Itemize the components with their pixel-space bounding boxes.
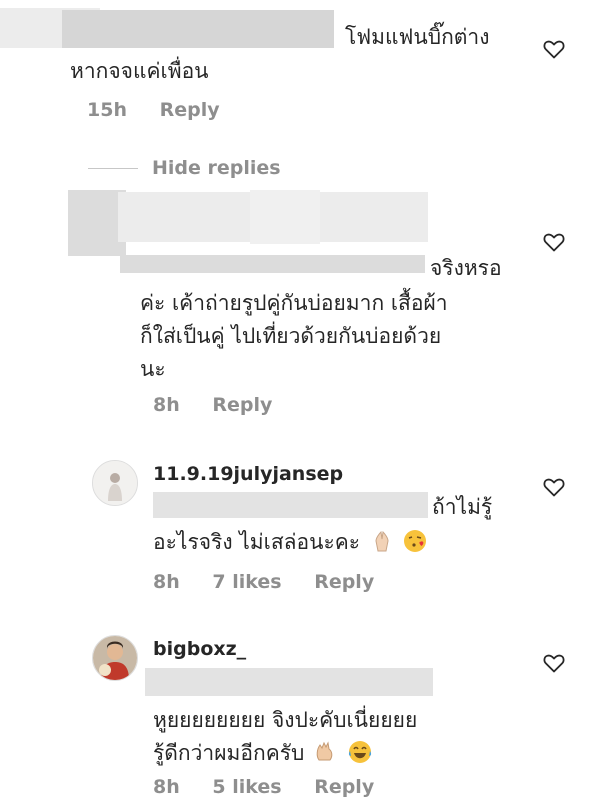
reply-button[interactable]: Reply	[160, 99, 220, 121]
redacted-username	[250, 190, 320, 244]
reply-meta: 8h 7 likes Reply	[153, 571, 400, 593]
reply-text: หูยยยยยยยย จิงปะคับเนี่ยยยย	[153, 708, 418, 732]
reply-time: 8h	[153, 776, 180, 798]
reply-button[interactable]: Reply	[212, 394, 272, 416]
comment-text: โฟมแฟนบิ๊กต่าง	[345, 25, 490, 49]
avatar[interactable]	[92, 635, 138, 681]
clapping-hands-icon	[316, 741, 333, 761]
reply-button[interactable]: Reply	[314, 571, 374, 593]
username[interactable]: bigboxz_	[153, 638, 246, 660]
reply-text: จริงหรอ	[430, 256, 502, 280]
comment-meta: 15h Reply	[87, 99, 246, 121]
heart-outline-icon[interactable]	[542, 230, 566, 254]
redacted-username	[120, 255, 425, 273]
reply-time: 8h	[153, 394, 180, 416]
reply-button[interactable]: Reply	[314, 776, 374, 798]
reply-text-line: รู้ดีกว่าผมอีกครับ	[153, 738, 372, 769]
avatar-image	[93, 636, 137, 680]
face-with-tears-of-joy-icon	[348, 741, 371, 763]
heart-outline-icon[interactable]	[542, 37, 566, 61]
reply-text: ก็ใส่เป็นคู่ ไปเที่ยวด้วยกันบ่อยด้วย	[140, 324, 442, 348]
reply-text: อะไรจริง ไม่เสล่อนะคะ	[153, 530, 361, 554]
face-blowing-kiss-icon	[404, 530, 427, 552]
username[interactable]: 11.9.19julyjansep	[153, 463, 343, 485]
replies-divider	[88, 168, 138, 169]
redacted-username	[145, 668, 433, 696]
redacted-username	[153, 492, 428, 518]
heart-outline-icon[interactable]	[542, 475, 566, 499]
reply-time: 8h	[153, 571, 180, 593]
reply-meta: 8h Reply	[153, 394, 298, 416]
hide-replies-button[interactable]: Hide replies	[152, 157, 281, 179]
avatar[interactable]	[92, 460, 138, 506]
heart-outline-icon[interactable]	[542, 651, 566, 675]
reply-text: ค่ะ เค้าถ่ายรูปคู่กันบ่อยมาก เสื้อผ้า	[140, 291, 448, 315]
reply-text: ถ้าไม่รู้	[432, 495, 493, 519]
avatar-image	[93, 461, 137, 505]
likes-count[interactable]: 7 likes	[212, 571, 281, 593]
reply-meta: 8h 5 likes Reply	[153, 776, 400, 798]
comment-time: 15h	[87, 99, 127, 121]
folded-hands-icon	[375, 530, 389, 552]
comment-text: หากจจแค่เพื่อน	[70, 59, 209, 83]
likes-count[interactable]: 5 likes	[212, 776, 281, 798]
reply-text-line: อะไรจริง ไม่เสล่อนะคะ	[153, 527, 427, 558]
redacted-username	[62, 10, 334, 48]
reply-text: รู้ดีกว่าผมอีกครับ	[153, 741, 305, 765]
reply-text: นะ	[140, 357, 166, 381]
